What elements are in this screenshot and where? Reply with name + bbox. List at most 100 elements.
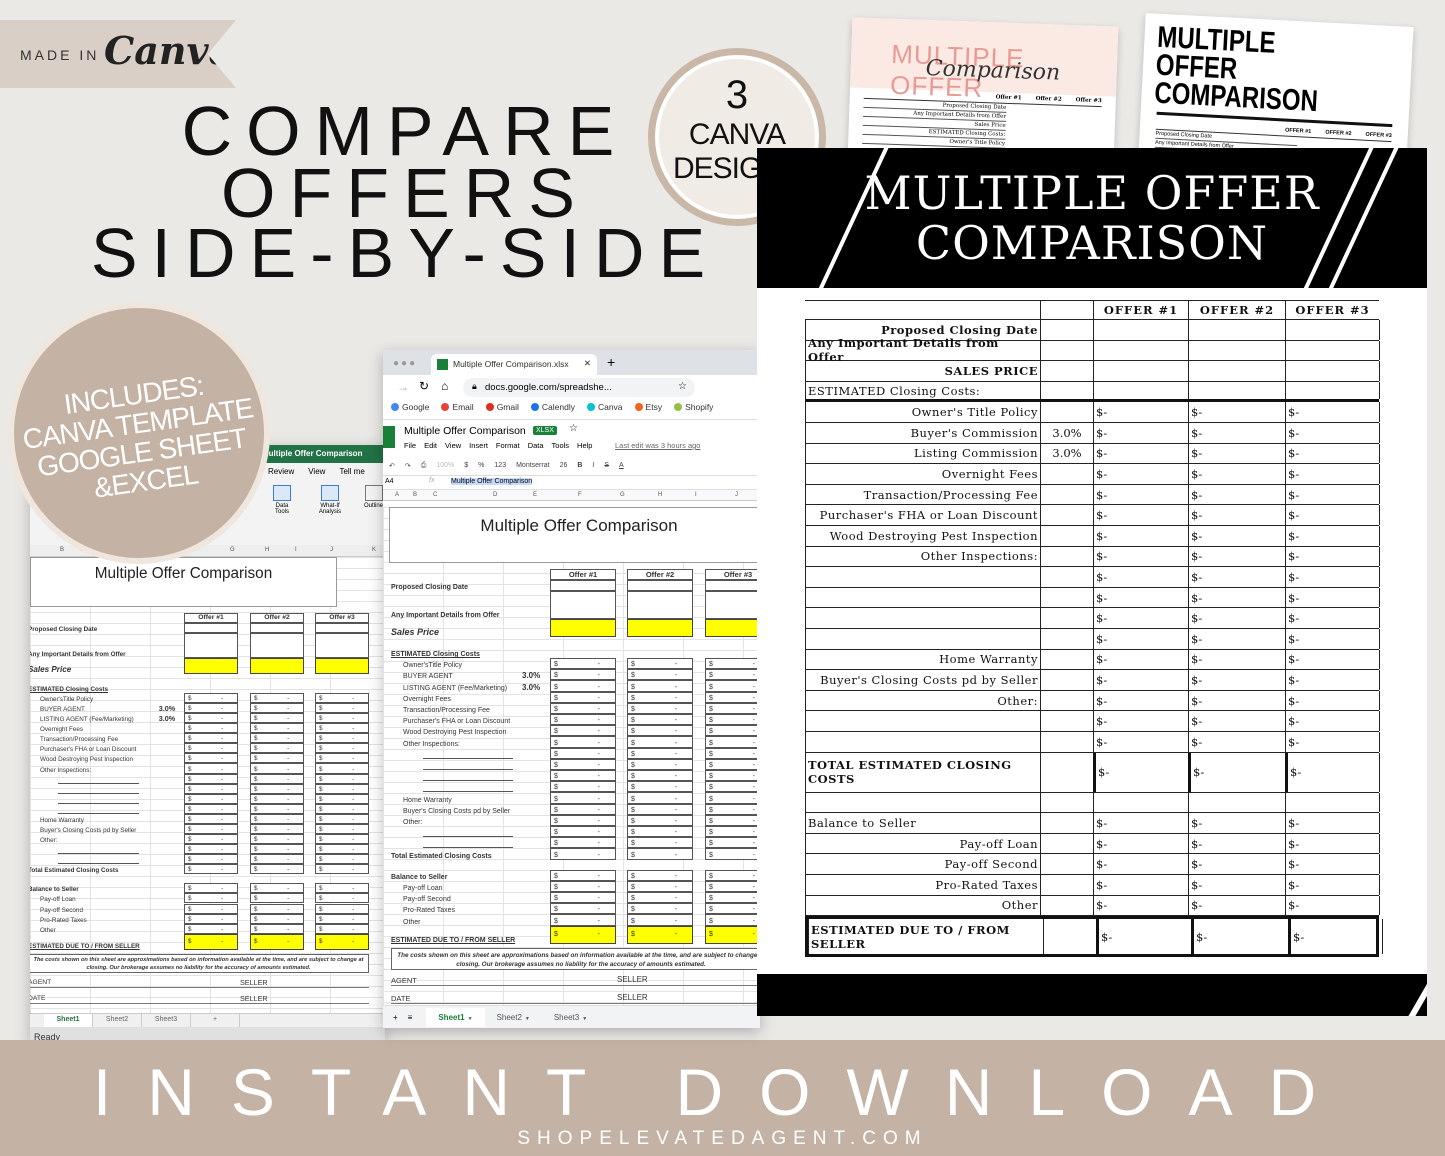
column-header[interactable]: H <box>658 492 662 498</box>
offer-cell[interactable]: $- <box>1093 546 1188 567</box>
offer-cell[interactable]: $- <box>1093 443 1188 464</box>
sheet-tab-1[interactable]: Sheet1 <box>44 1014 93 1027</box>
text-color-button[interactable]: A <box>619 462 624 475</box>
offer-cell[interactable]: $- <box>250 692 304 703</box>
percent-cell[interactable] <box>1040 587 1093 608</box>
offer-cell[interactable]: $- <box>1093 711 1188 731</box>
offer-cell[interactable]: $- <box>550 669 616 681</box>
offer-cell[interactable] <box>250 657 304 674</box>
percent-value[interactable]: 3.0% <box>159 704 175 713</box>
offer-cell[interactable]: $- <box>627 680 693 692</box>
offer-cell[interactable]: $- <box>250 702 304 714</box>
offer-cell[interactable]: $- <box>627 736 693 748</box>
column-header[interactable]: F <box>578 492 582 498</box>
percent-cell[interactable] <box>1040 649 1093 670</box>
offer-cell[interactable]: $- <box>250 753 304 764</box>
new-tab-icon[interactable]: + <box>607 354 615 370</box>
sheet-tab-3[interactable]: Sheet3 ▼ <box>542 1008 599 1027</box>
offer-cell[interactable]: $- <box>1188 608 1285 628</box>
offer-cell[interactable] <box>1093 361 1188 381</box>
offer-cell[interactable]: $- <box>550 736 616 748</box>
offer-cell[interactable]: $- <box>1093 690 1188 711</box>
column-header[interactable]: K <box>372 547 376 553</box>
offer-cell[interactable]: $- <box>184 813 238 824</box>
offer-cell[interactable]: $- <box>1285 423 1379 443</box>
offer-cell[interactable]: $- <box>250 854 304 865</box>
offer-cell[interactable]: $- <box>315 854 369 865</box>
offer-cell[interactable]: $- <box>315 834 369 845</box>
offer-cell[interactable] <box>1285 792 1379 813</box>
offer-cell[interactable]: $- <box>1188 464 1285 484</box>
offer-cell[interactable]: $- <box>1188 567 1285 587</box>
offer-cell[interactable]: $- <box>1285 567 1379 587</box>
offer-cell[interactable]: $- <box>627 781 693 793</box>
offer-cell[interactable] <box>1093 381 1188 400</box>
all-sheets-icon[interactable]: ≡ <box>408 1013 413 1022</box>
offer-cell[interactable]: $- <box>1285 690 1379 711</box>
currency-icon[interactable]: $ <box>464 462 468 475</box>
offer-cell[interactable]: $- <box>1285 854 1379 874</box>
offer-cell[interactable]: $- <box>705 826 760 838</box>
offer-cell[interactable]: $- <box>315 913 369 924</box>
offer-cell[interactable]: $- <box>1285 732 1379 752</box>
percent-cell[interactable] <box>1040 505 1093 525</box>
offer-cell[interactable] <box>627 591 693 619</box>
offer-cell[interactable]: $- <box>250 933 304 950</box>
column-header[interactable]: J <box>330 547 333 553</box>
offer-cell[interactable]: $- <box>184 783 238 794</box>
offer-cell[interactable]: $- <box>627 691 693 703</box>
column-header[interactable]: G <box>620 492 625 498</box>
offer-cell[interactable]: $- <box>184 923 238 934</box>
bold-button[interactable]: B <box>577 462 582 475</box>
offer-cell[interactable]: $- <box>315 903 369 914</box>
offer-cell[interactable]: $- <box>184 713 238 724</box>
offer-cell[interactable] <box>315 622 369 633</box>
home-icon[interactable]: ⌂ <box>441 379 448 393</box>
sheet-tab-2[interactable]: Sheet2 ▼ <box>485 1008 542 1027</box>
offer-cell[interactable]: $- <box>1285 670 1379 690</box>
offer-cell[interactable]: $- <box>705 658 760 670</box>
menu-tools[interactable]: Tools <box>552 441 570 450</box>
offer-cell[interactable]: $- <box>250 903 304 914</box>
offer-cell[interactable]: $- <box>250 844 304 855</box>
percent-cell[interactable]: 3.0% <box>1040 443 1093 464</box>
offer-cell[interactable]: $- <box>1188 854 1285 874</box>
offer-cell[interactable] <box>250 622 304 633</box>
percent-cell[interactable] <box>1040 813 1093 833</box>
offer-cell[interactable]: $- <box>250 773 304 784</box>
offer-cell[interactable]: $- <box>1285 443 1379 464</box>
offer-cell[interactable]: $- <box>627 837 693 849</box>
offer-cell[interactable]: $- <box>184 903 238 914</box>
offer-cell[interactable]: $- <box>627 814 693 826</box>
offer-cell[interactable]: $- <box>184 773 238 784</box>
column-header[interactable]: J <box>735 492 738 498</box>
percent-cell[interactable] <box>1040 895 1093 916</box>
address-bar[interactable]: 🔒︎ docs.google.com/spreadshe... ☆ <box>463 378 695 397</box>
offer-cell[interactable]: $- <box>627 803 693 815</box>
percent-cell[interactable] <box>1040 320 1093 340</box>
offer-header[interactable]: Offer #3 <box>315 612 369 623</box>
offer-cell[interactable]: $- <box>1188 833 1285 854</box>
font-select[interactable]: Montserrat <box>516 462 549 475</box>
offer-cell[interactable]: $- <box>1188 711 1285 731</box>
offer-cell[interactable]: $- <box>315 793 369 804</box>
offer-cell[interactable]: $- <box>705 848 760 860</box>
percent-cell[interactable] <box>1040 361 1093 381</box>
offer-cell[interactable]: $- <box>705 736 760 748</box>
signature-line[interactable] <box>30 992 369 1004</box>
offer-cell[interactable]: $- <box>550 747 616 759</box>
offer-cell[interactable]: $- <box>1093 813 1188 833</box>
offer-cell[interactable]: $- <box>1093 649 1188 670</box>
offer-cell[interactable]: $- <box>1093 833 1188 854</box>
percent-cell[interactable] <box>1040 833 1093 854</box>
offer-cell[interactable] <box>184 657 238 674</box>
menu-edit[interactable]: Edit <box>424 441 437 450</box>
offer-cell[interactable]: $- <box>315 723 369 734</box>
offer-cell[interactable]: $- <box>705 680 760 692</box>
offer-cell[interactable]: $- <box>550 758 616 770</box>
data-tools-button[interactable]: Data Tools <box>268 485 296 515</box>
bookmark-canva[interactable]: Canva <box>586 402 623 419</box>
offer-cell[interactable]: $- <box>550 880 616 892</box>
offer-cell[interactable]: $- <box>705 837 760 849</box>
offer-cell[interactable]: $- <box>1093 670 1188 690</box>
